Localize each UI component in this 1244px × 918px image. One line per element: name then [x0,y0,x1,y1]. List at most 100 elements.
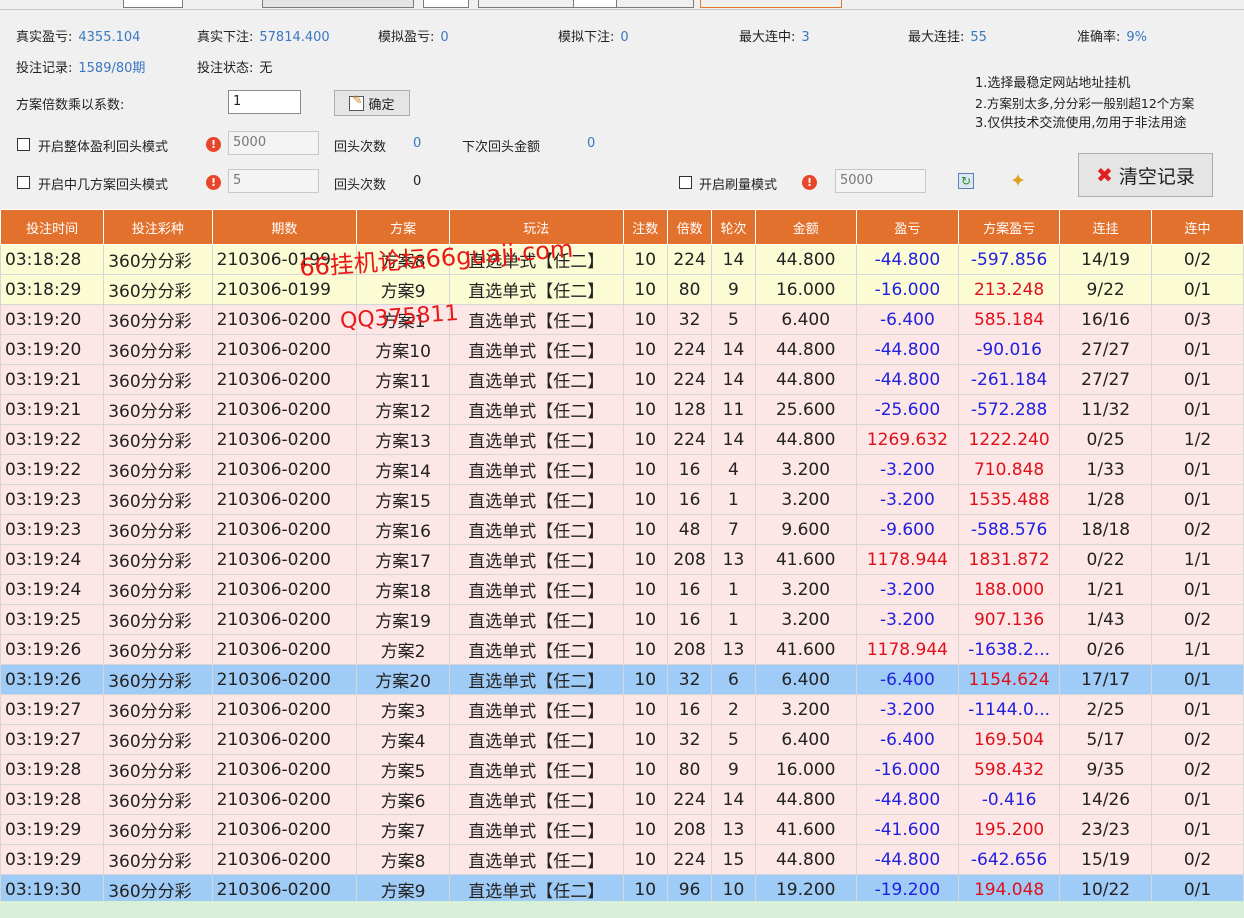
real-profit: 真实盈亏: 4355.104 [16,30,141,45]
top-button-1[interactable] [262,0,414,8]
refresh-icon[interactable]: ↻ [958,173,974,189]
table-cell: 14 [711,364,756,395]
table-cell: 169.504 [958,724,1061,755]
rollback-hits-amount[interactable]: 5 [228,169,319,193]
table-cell: 0/2 [1151,244,1244,275]
column-header[interactable]: 金额 [754,209,857,245]
table-cell: 14 [711,334,756,365]
table-cell: -90.016 [958,334,1061,365]
table-cell: 11/32 [1059,394,1153,425]
table-cell: 03:19:21 [0,394,105,425]
table-row[interactable]: 03:19:24 360分分彩 210306-0200 方案17 直选单式【任二】 10 2… [0,544,1244,575]
table-row[interactable]: 03:19:25 360分分彩 210306-0200 方案19 直选单式【任二】 10 1… [0,604,1244,635]
table-row[interactable]: 03:19:21 360分分彩 210306-0200 方案11 直选单式【任二】 10 2… [0,364,1244,395]
table-cell: 方案19 [356,604,451,635]
column-header[interactable]: 盈亏 [855,209,960,245]
table-cell: 194.048 [958,874,1061,905]
table-cell: 1 [711,484,756,515]
top-input-1[interactable] [123,0,183,8]
column-header[interactable]: 倍数 [666,209,713,245]
table-cell: 10 [622,664,668,695]
table-cell: 03:18:29 [0,274,105,305]
table-row[interactable]: 03:19:28 360分分彩 210306-0200 方案6 直选单式【任二】 10 22… [0,784,1244,815]
table-cell: 03:19:30 [0,874,105,905]
table-cell: 0/3 [1151,304,1244,335]
table-cell: 直选单式【任二】 [449,244,624,275]
top-orange-button[interactable] [700,0,842,8]
table-row[interactable]: 03:19:22 360分分彩 210306-0200 方案13 直选单式【任二】 10 2… [0,424,1244,455]
table-cell: -597.856 [958,244,1061,275]
table-cell: 208 [666,544,713,575]
table-cell: 210306-0200 [211,334,358,365]
column-header[interactable]: 轮次 [711,209,756,245]
table-cell: -44.800 [855,244,960,275]
table-row[interactable]: 03:18:28 360分分彩 210306-0199 方案8 直选单式【任二】 10 22… [0,244,1244,275]
table-cell: 44.800 [754,244,857,275]
table-row[interactable]: 03:19:23 360分分彩 210306-0200 方案16 直选单式【任二】 10 4… [0,514,1244,545]
table-cell: 360分分彩 [103,394,213,425]
table-row[interactable]: 03:19:27 360分分彩 210306-0200 方案3 直选单式【任二】 10 16… [0,694,1244,725]
table-cell: 210306-0200 [211,694,358,725]
table-row[interactable]: 03:19:28 360分分彩 210306-0200 方案5 直选单式【任二】 10 80… [0,754,1244,785]
confirm-button[interactable]: ✎ 确定 [334,90,410,116]
table-cell: 直选单式【任二】 [449,574,624,605]
table-row[interactable]: 03:18:29 360分分彩 210306-0199 方案9 直选单式【任二】 10 80… [0,274,1244,305]
table-row[interactable]: 03:19:20 360分分彩 210306-0200 方案1 直选单式【任二】 10 32… [0,304,1244,335]
table-row[interactable]: 03:19:30 360分分彩 210306-0200 方案9 直选单式【任二】 10 96… [0,874,1244,905]
table-row[interactable]: 03:19:26 360分分彩 210306-0200 方案2 直选单式【任二】 10 20… [0,634,1244,665]
table-cell: 方案15 [356,484,451,515]
table-cell: 44.800 [754,364,857,395]
rollback-overall-checkbox[interactable] [17,138,30,151]
table-cell: 方案7 [356,814,451,845]
table-cell: 0/1 [1151,484,1244,515]
column-header[interactable]: 投注时间 [0,209,105,245]
column-header[interactable]: 投注彩种 [103,209,213,245]
table-cell: 213.248 [958,274,1061,305]
table-cell: 360分分彩 [103,424,213,455]
rollback-overall-amount[interactable]: 5000 [228,131,319,155]
table-row[interactable]: 03:19:24 360分分彩 210306-0200 方案18 直选单式【任二】 10 1… [0,574,1244,605]
table-row[interactable]: 03:19:22 360分分彩 210306-0200 方案14 直选单式【任二】 10 1… [0,454,1244,485]
table-row[interactable]: 03:19:26 360分分彩 210306-0200 方案20 直选单式【任二】 10 3… [0,664,1244,695]
table-cell: 方案10 [356,334,451,365]
table-row[interactable]: 03:19:23 360分分彩 210306-0200 方案15 直选单式【任二】 10 1… [0,484,1244,515]
table-cell: 10 [622,844,668,875]
table-cell: 03:19:29 [0,844,105,875]
table-cell: -44.800 [855,334,960,365]
rollback-hits-checkbox[interactable] [17,176,30,189]
column-header[interactable]: 玩法 [449,209,624,245]
column-header[interactable]: 连中 [1151,209,1244,245]
table-cell: 210306-0200 [211,454,358,485]
table-row[interactable]: 03:19:29 360分分彩 210306-0200 方案8 直选单式【任二】 10 22… [0,844,1244,875]
table-row[interactable]: 03:19:21 360分分彩 210306-0200 方案12 直选单式【任二】 10 1… [0,394,1244,425]
table-cell: 907.136 [958,604,1061,635]
table-cell: 10 [622,784,668,815]
top-input-3[interactable] [573,0,617,8]
table-row[interactable]: 03:19:27 360分分彩 210306-0200 方案4 直选单式【任二】 10 32… [0,724,1244,755]
table-cell: 直选单式【任二】 [449,724,624,755]
table-cell: 0/1 [1151,694,1244,725]
table-cell: 360分分彩 [103,754,213,785]
column-header[interactable]: 方案盈亏 [958,209,1061,245]
table-cell: 96 [666,874,713,905]
puzzle-icon[interactable]: ✦ [1010,170,1026,192]
table-cell: 0/1 [1151,574,1244,605]
table-cell: 13 [711,814,756,845]
table-cell: 224 [666,784,713,815]
clear-records-button[interactable]: ✖ 清空记录 [1078,153,1213,197]
top-input-2[interactable] [423,0,469,8]
column-header[interactable]: 连挂 [1059,209,1153,245]
table-cell: 03:19:28 [0,754,105,785]
table-cell: 16 [666,484,713,515]
table-cell: 19.200 [754,874,857,905]
column-header[interactable]: 注数 [622,209,668,245]
volume-mode-amount[interactable]: 5000 [835,169,926,193]
table-cell: 195.200 [958,814,1061,845]
column-header[interactable]: 期数 [211,209,358,245]
multiplier-input[interactable]: 1 [228,90,301,114]
volume-mode-checkbox[interactable] [679,176,692,189]
column-header[interactable]: 方案 [356,209,451,245]
table-row[interactable]: 03:19:20 360分分彩 210306-0200 方案10 直选单式【任二】 10 2… [0,334,1244,365]
table-cell: 10/22 [1059,874,1153,905]
table-row[interactable]: 03:19:29 360分分彩 210306-0200 方案7 直选单式【任二】 10 20… [0,814,1244,845]
